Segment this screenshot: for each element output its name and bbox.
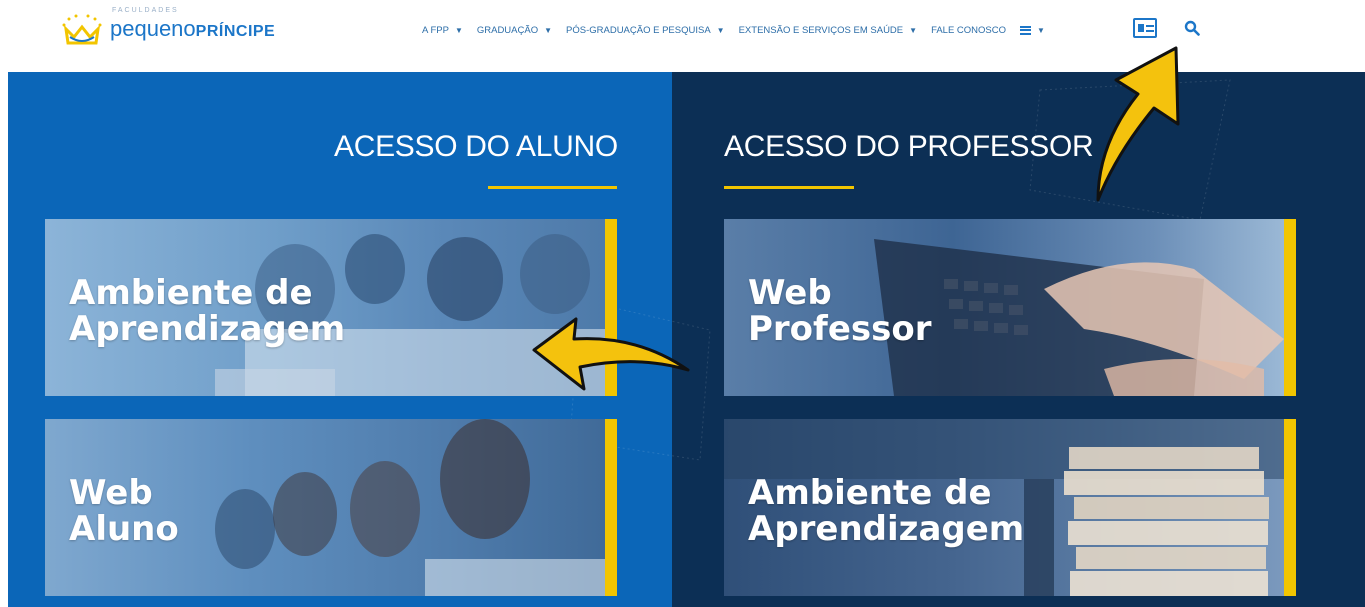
tile-label: Ambiente de Aprendizagem bbox=[748, 473, 1025, 549]
nav-item-label: A FPP bbox=[422, 24, 449, 36]
nav-item-a-fpp[interactable]: A FPP ▼ bbox=[422, 25, 463, 36]
logo-small-text: FACULDADES bbox=[112, 6, 179, 14]
nav-item-extensao[interactable]: EXTENSÃO E SERVIÇOS EM SAÚDE ▼ bbox=[739, 25, 917, 36]
search-icon[interactable] bbox=[1184, 20, 1200, 36]
tile-accent-bar bbox=[1284, 419, 1296, 596]
main-nav: A FPP ▼ GRADUAÇÃO ▼ PÓS-GRADUAÇÃO E PESQ… bbox=[422, 16, 1059, 44]
nav-item-fale-conosco[interactable]: FALE CONOSCO bbox=[931, 25, 1006, 36]
logo-wordmark: FACULDADES pequenoPRÍNCIPE bbox=[110, 6, 275, 52]
faculdades-pequeno-principe-logo[interactable]: FACULDADES pequenoPRÍNCIPE bbox=[60, 6, 275, 52]
nav-item-label: FALE CONOSCO bbox=[931, 24, 1007, 36]
id-card-icon[interactable] bbox=[1133, 18, 1157, 38]
tile-accent-bar bbox=[605, 419, 617, 596]
teacher-title-underline bbox=[724, 186, 854, 189]
nav-item-label: EXTENSÃO E SERVIÇOS EM SAÚDE bbox=[738, 24, 904, 36]
nav-item-graduacao[interactable]: GRADUAÇÃO ▼ bbox=[477, 25, 552, 36]
student-title-underline bbox=[488, 186, 617, 189]
chevron-down-icon: ▼ bbox=[716, 25, 725, 35]
hamburger-menu-icon bbox=[1020, 25, 1032, 35]
chevron-down-icon: ▼ bbox=[454, 25, 463, 35]
nav-item-label: PÓS-GRADUAÇÃO E PESQUISA bbox=[566, 24, 711, 36]
crown-logo-icon bbox=[60, 13, 104, 47]
nav-item-pos-graduacao[interactable]: PÓS-GRADUAÇÃO E PESQUISA ▼ bbox=[566, 25, 725, 36]
teacher-web-professor-tile[interactable]: Web Professor bbox=[724, 219, 1296, 396]
nav-more-menu[interactable]: ▼ bbox=[1020, 25, 1045, 35]
teacher-access-title: ACESSO DO PROFESSOR bbox=[724, 130, 1094, 163]
student-access-title: ACESSO DO ALUNO bbox=[334, 130, 618, 163]
logo-bold-word: PRÍNCIPE bbox=[195, 22, 276, 40]
tile-label: Web Professor bbox=[748, 273, 932, 349]
tile-label: Web Aluno bbox=[69, 473, 179, 549]
logo-main-text: pequenoPRÍNCIPE bbox=[110, 16, 275, 41]
chevron-down-icon: ▼ bbox=[544, 25, 553, 35]
nav-item-label: GRADUAÇÃO bbox=[476, 24, 539, 36]
logo-main-word: pequeno bbox=[110, 15, 196, 41]
student-web-aluno-tile[interactable]: Web Aluno bbox=[45, 419, 617, 596]
tile-label: Ambiente de Aprendizagem bbox=[69, 273, 346, 349]
tile-accent-bar bbox=[1284, 219, 1296, 396]
chevron-down-icon: ▼ bbox=[909, 25, 918, 35]
annotation-arrow-left-icon bbox=[532, 317, 690, 391]
teacher-learning-environment-tile[interactable]: Ambiente de Aprendizagem bbox=[724, 419, 1296, 596]
annotation-arrow-up-icon bbox=[1096, 46, 1180, 202]
chevron-down-icon: ▼ bbox=[1037, 25, 1045, 35]
